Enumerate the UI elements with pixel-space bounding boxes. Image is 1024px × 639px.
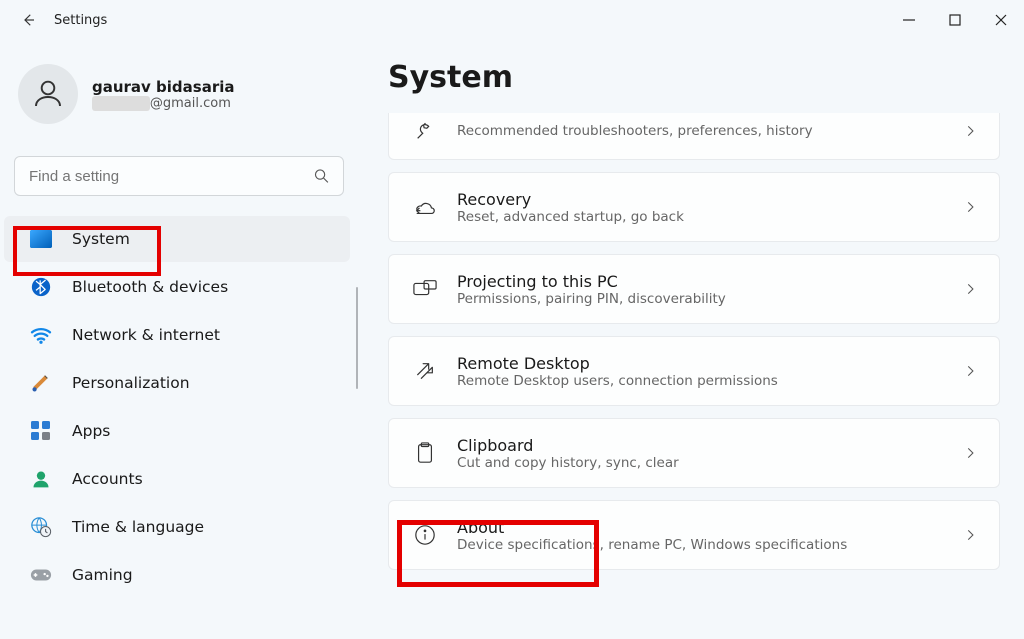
sidebar: gaurav bidasaria xxxxxxx@gmail.com Syste… xyxy=(0,40,358,639)
chevron-right-icon xyxy=(963,282,977,296)
card-subtitle: Recommended troubleshooters, preferences… xyxy=(457,123,813,139)
system-icon xyxy=(30,228,52,250)
gamepad-icon xyxy=(30,564,52,586)
person-icon xyxy=(30,468,52,490)
card-subtitle: Permissions, pairing PIN, discoverabilit… xyxy=(457,291,726,307)
user-email: xxxxxxx@gmail.com xyxy=(92,96,235,111)
back-button[interactable] xyxy=(16,8,40,32)
search-icon xyxy=(313,168,330,185)
nav-list: System Bluetooth & devices Network & int… xyxy=(0,216,358,596)
avatar xyxy=(18,64,78,124)
close-icon xyxy=(995,14,1007,26)
chevron-right-icon xyxy=(963,200,977,214)
chevron-right-icon xyxy=(963,446,977,460)
settings-card-list: Recommended troubleshooters, preferences… xyxy=(388,113,1000,570)
sidebar-item-label: Time & language xyxy=(72,518,204,536)
sidebar-item-label: Apps xyxy=(72,422,110,440)
card-about[interactable]: About Device specifications, rename PC, … xyxy=(388,500,1000,570)
sidebar-item-label: Network & internet xyxy=(72,326,220,344)
sidebar-item-network[interactable]: Network & internet xyxy=(4,312,350,358)
card-projecting[interactable]: Projecting to this PC Permissions, pairi… xyxy=(388,254,1000,324)
search-input[interactable] xyxy=(14,156,344,196)
chevron-right-icon xyxy=(963,124,977,138)
card-title: Remote Desktop xyxy=(457,354,778,373)
card-title: Recovery xyxy=(457,190,684,209)
card-title: Clipboard xyxy=(457,436,679,455)
recovery-icon xyxy=(411,193,439,221)
maximize-icon xyxy=(949,14,961,26)
sidebar-item-label: Personalization xyxy=(72,374,190,392)
maximize-button[interactable] xyxy=(932,0,978,40)
sidebar-item-label: Accounts xyxy=(72,470,143,488)
sidebar-item-system[interactable]: System xyxy=(4,216,350,262)
back-arrow-icon xyxy=(19,11,37,29)
sidebar-item-gaming[interactable]: Gaming xyxy=(4,552,350,598)
card-subtitle: Cut and copy history, sync, clear xyxy=(457,455,679,471)
remote-desktop-icon xyxy=(411,357,439,385)
globe-clock-icon xyxy=(30,516,52,538)
user-account-block[interactable]: gaurav bidasaria xxxxxxx@gmail.com xyxy=(0,56,358,138)
user-name: gaurav bidasaria xyxy=(92,78,235,96)
info-icon xyxy=(411,521,439,549)
minimize-button[interactable] xyxy=(886,0,932,40)
minimize-icon xyxy=(903,14,915,26)
card-title: Projecting to this PC xyxy=(457,272,726,291)
close-button[interactable] xyxy=(978,0,1024,40)
bluetooth-icon xyxy=(30,276,52,298)
sidebar-item-bluetooth[interactable]: Bluetooth & devices xyxy=(4,264,350,310)
sidebar-item-label: System xyxy=(72,230,130,248)
sidebar-item-label: Gaming xyxy=(72,566,133,584)
clipboard-icon xyxy=(411,439,439,467)
card-subtitle: Remote Desktop users, connection permiss… xyxy=(457,373,778,389)
card-subtitle: Device specifications, rename PC, Window… xyxy=(457,537,847,553)
wifi-icon xyxy=(30,324,52,346)
sidebar-item-accounts[interactable]: Accounts xyxy=(4,456,350,502)
window-controls xyxy=(886,0,1024,40)
app-title: Settings xyxy=(54,13,107,28)
card-troubleshoot[interactable]: Recommended troubleshooters, preferences… xyxy=(388,113,1000,160)
chevron-right-icon xyxy=(963,528,977,542)
person-outline-icon xyxy=(30,76,66,112)
paintbrush-icon xyxy=(30,372,52,394)
apps-icon xyxy=(30,420,52,442)
card-recovery[interactable]: Recovery Reset, advanced startup, go bac… xyxy=(388,172,1000,242)
troubleshoot-icon xyxy=(411,117,439,145)
card-title: About xyxy=(457,518,847,537)
projecting-icon xyxy=(411,275,439,303)
sidebar-item-label: Bluetooth & devices xyxy=(72,278,228,296)
sidebar-item-personalization[interactable]: Personalization xyxy=(4,360,350,406)
card-clipboard[interactable]: Clipboard Cut and copy history, sync, cl… xyxy=(388,418,1000,488)
card-remote-desktop[interactable]: Remote Desktop Remote Desktop users, con… xyxy=(388,336,1000,406)
sidebar-item-apps[interactable]: Apps xyxy=(4,408,350,454)
page-title: System xyxy=(388,60,1000,95)
chevron-right-icon xyxy=(963,364,977,378)
card-subtitle: Reset, advanced startup, go back xyxy=(457,209,684,225)
sidebar-item-time-language[interactable]: Time & language xyxy=(4,504,350,550)
titlebar: Settings xyxy=(0,0,1024,40)
main-content: System Recommended troubleshooters, pref… xyxy=(358,40,1024,639)
search-container xyxy=(14,156,344,196)
